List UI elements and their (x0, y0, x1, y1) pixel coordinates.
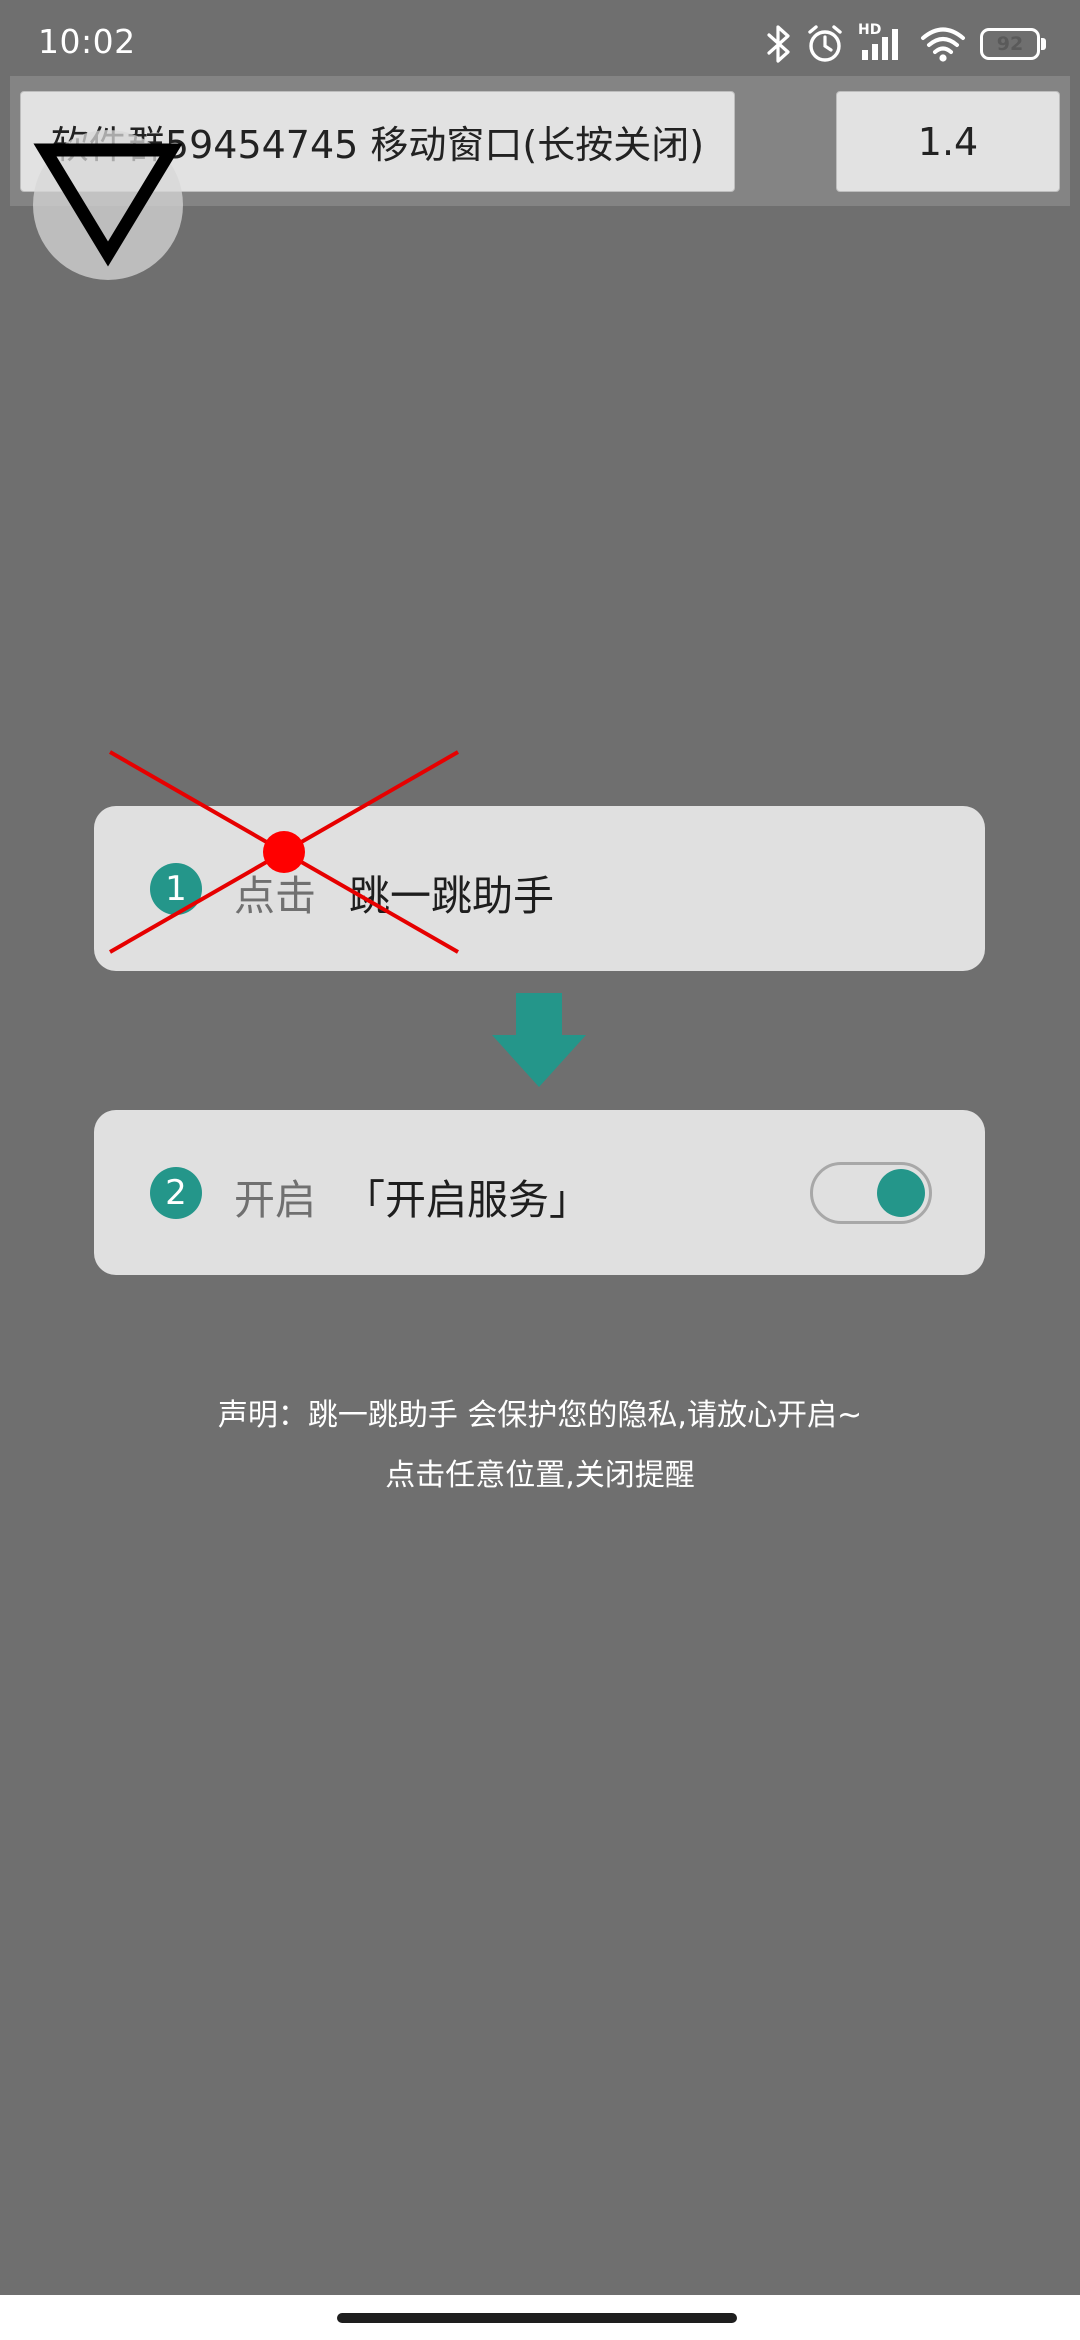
step-2-target: 「开启服务」 (344, 1176, 590, 1224)
battery-icon: 92 (980, 28, 1046, 60)
floating-handle-button[interactable] (33, 130, 183, 280)
service-toggle[interactable] (810, 1162, 932, 1224)
toggle-knob (877, 1169, 925, 1217)
triangle-down-icon (33, 143, 183, 267)
step-1-target: 跳一跳助手 (349, 872, 554, 920)
step-2-verb: 开启 (234, 1176, 316, 1224)
step-1-card[interactable]: 1 点击 跳一跳助手 (94, 806, 985, 971)
status-bar: 10:02 HD 92 (0, 0, 1080, 80)
home-indicator[interactable] (337, 2313, 737, 2323)
status-time: 10:02 (38, 22, 136, 61)
battery-level: 92 (996, 33, 1024, 55)
version-button[interactable]: 1.4 (836, 91, 1060, 192)
step-2-card[interactable]: 2 开启 「开启服务」 (94, 1110, 985, 1275)
wifi-icon (921, 27, 965, 62)
step-1-number: 1 (150, 863, 202, 915)
privacy-notice: 声明：跳一跳助手 会保护您的隐私,请放心开启~ (217, 1398, 863, 1433)
step-1-verb: 点击 (234, 872, 316, 920)
bluetooth-icon (767, 25, 790, 63)
signal-icon: HD (858, 22, 906, 64)
arrow-down-icon (492, 993, 586, 1087)
dismiss-hint[interactable]: 点击任意位置,关闭提醒 (0, 1450, 1080, 1494)
alarm-icon (808, 25, 842, 62)
step-2-number: 2 (150, 1167, 202, 1219)
status-icons: HD 92 (766, 22, 1046, 66)
navigation-bar (0, 2295, 1080, 2340)
